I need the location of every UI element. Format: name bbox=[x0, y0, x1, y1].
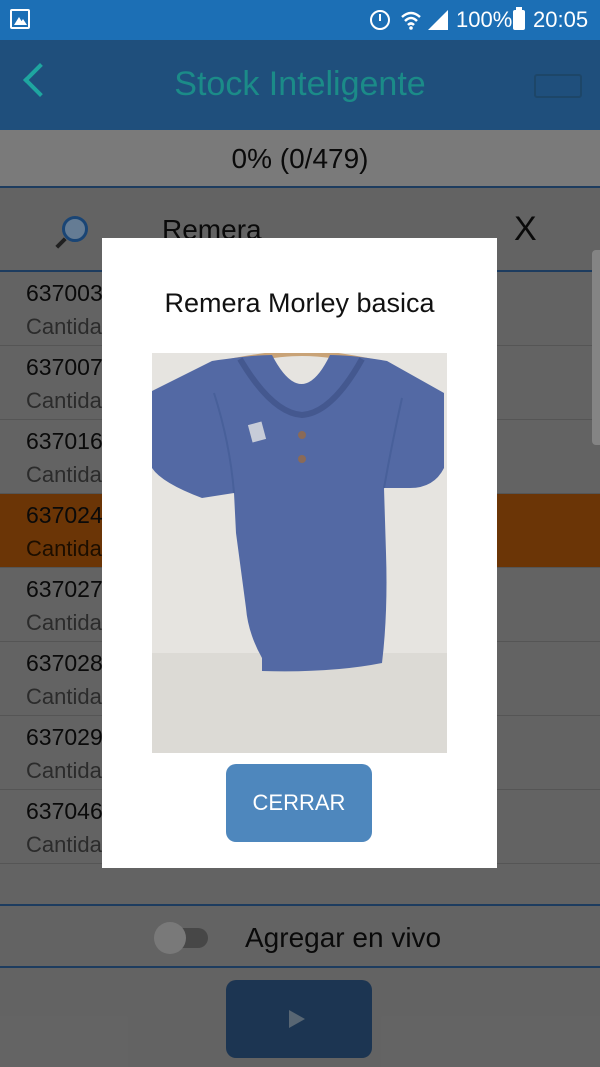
gallery-icon bbox=[10, 9, 30, 29]
battery-icon bbox=[513, 7, 525, 30]
app-bar: Stock Inteligente bbox=[0, 40, 600, 130]
shirt-photo bbox=[152, 353, 447, 753]
status-bar: 100% 20:05 bbox=[0, 0, 600, 40]
close-dialog-button[interactable]: CERRAR bbox=[226, 764, 372, 842]
alarm-icon bbox=[370, 10, 390, 30]
signal-icon bbox=[428, 10, 448, 30]
product-dialog: Remera Morley basica CERRAR bbox=[102, 238, 497, 868]
status-clock: 20:05 bbox=[533, 7, 589, 32]
wifi-icon bbox=[401, 11, 421, 30]
page-title: Stock Inteligente bbox=[174, 65, 426, 103]
dialog-title: Remera Morley basica bbox=[164, 288, 435, 318]
product-image bbox=[152, 353, 447, 753]
battery-percent: 100% bbox=[456, 7, 513, 32]
battery-outline-icon[interactable] bbox=[534, 74, 582, 98]
